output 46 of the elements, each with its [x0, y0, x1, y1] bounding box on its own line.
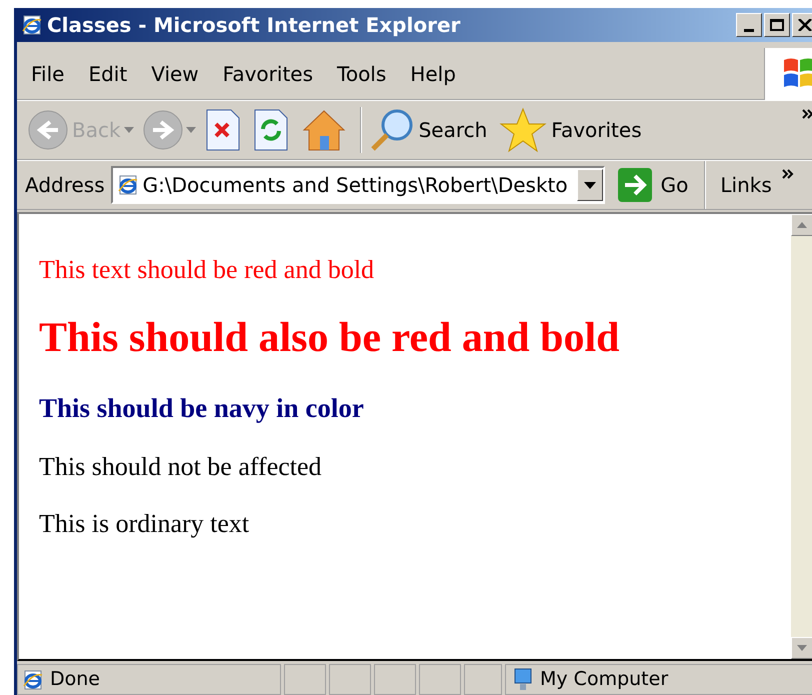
status-panel: [419, 664, 461, 695]
address-label: Address: [25, 172, 105, 199]
go-button[interactable]: Go: [610, 167, 694, 203]
address-field[interactable]: G:\Documents and Settings\Robert\Deskto: [110, 166, 605, 204]
status-panel: [284, 664, 326, 695]
page-icon: [22, 668, 44, 690]
magnifier-icon: [368, 107, 415, 153]
dropdown-caret-icon: [186, 127, 196, 133]
status-panel: [464, 664, 502, 695]
browser-logo-icon: [21, 14, 43, 36]
links-button[interactable]: Links: [716, 170, 776, 200]
up-arrow-icon: [797, 222, 807, 228]
close-button[interactable]: [792, 13, 812, 37]
zone-text: My Computer: [540, 667, 668, 692]
minimize-button[interactable]: [736, 13, 762, 37]
dropdown-caret-icon: [124, 127, 134, 133]
status-panel: [374, 664, 416, 695]
favorites-button[interactable]: Favorites: [496, 107, 645, 153]
dropdown-button[interactable]: [576, 169, 603, 201]
stop-page-icon: [204, 109, 241, 151]
house-icon: [300, 108, 347, 152]
star-icon: [499, 107, 548, 153]
page-text: This is ordinary text: [39, 508, 250, 540]
menu-item[interactable]: Favorites: [212, 58, 324, 88]
window-title: Classes - Microsoft Internet Explorer: [47, 12, 460, 39]
menu-item[interactable]: View: [141, 58, 209, 88]
refresh-page-icon: [252, 109, 289, 151]
computer-icon: [512, 668, 534, 692]
menu-item[interactable]: File: [21, 58, 74, 88]
chevron-icon[interactable]: [802, 109, 812, 119]
page-text: This text should be red and bold: [39, 254, 376, 286]
menu-item[interactable]: Edit: [78, 58, 138, 88]
page-text: This should not be affected: [39, 450, 323, 482]
search-button[interactable]: Search: [366, 107, 490, 153]
page-text: This should be navy in color: [39, 392, 365, 425]
page-text: This should also be red and bold: [39, 314, 620, 363]
caret-icon: [584, 182, 596, 188]
status-panel: [329, 664, 371, 695]
chevron-icon[interactable]: [782, 169, 794, 179]
page-icon: [116, 174, 139, 196]
menu-item[interactable]: Tools: [327, 58, 396, 88]
status-text: Done: [50, 667, 100, 692]
down-arrow-icon: [797, 645, 807, 651]
close-icon: [798, 19, 812, 31]
maximize-button[interactable]: [764, 13, 790, 37]
menu-item[interactable]: Help: [400, 58, 466, 88]
